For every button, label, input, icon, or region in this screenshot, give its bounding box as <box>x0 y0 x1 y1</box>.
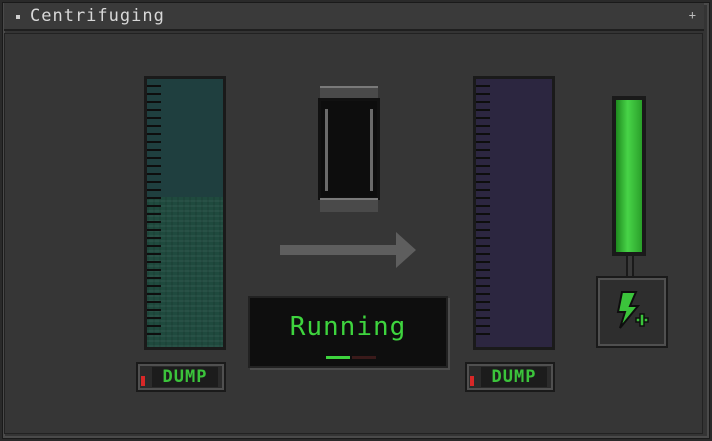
output-tank[interactable] <box>473 76 555 350</box>
dump-output-label: DUMP <box>481 367 547 387</box>
drum-bottom-cap <box>320 198 378 212</box>
input-tank[interactable] <box>144 76 226 350</box>
power-bar-track <box>616 100 642 252</box>
power-bar <box>612 96 646 256</box>
power-connector <box>626 256 634 278</box>
arrow-head <box>396 232 416 268</box>
dump-input-label: DUMP <box>152 367 218 387</box>
status-indicator-off <box>352 356 376 359</box>
window-title: Centrifuging <box>30 6 165 26</box>
output-tank-gauge-ticks <box>476 85 490 339</box>
centrifuge-drum-icon <box>318 86 380 212</box>
dump-input-button[interactable]: DUMP <box>136 362 226 392</box>
dump-input-led-icon <box>141 376 145 386</box>
status-display: Running <box>248 296 448 368</box>
dump-output-button[interactable]: DUMP <box>465 362 555 392</box>
status-indicator-on <box>326 356 350 359</box>
lightning-plus-icon <box>616 291 649 329</box>
arrow-shaft <box>280 245 398 255</box>
close-icon[interactable]: + <box>689 8 696 22</box>
drum-body <box>318 98 380 200</box>
drum-rail-left <box>325 109 328 191</box>
input-tank-gauge-ticks <box>147 85 161 339</box>
drum-rail-right <box>370 109 373 191</box>
power-bar-fill <box>616 100 642 252</box>
status-text: Running <box>289 312 407 342</box>
power-upgrade-slot[interactable] <box>596 276 668 348</box>
dump-output-led-icon <box>470 376 474 386</box>
progress-arrow-icon <box>280 232 416 268</box>
titlebar: Centrifuging + <box>4 3 704 31</box>
title-dot-icon <box>16 15 20 19</box>
